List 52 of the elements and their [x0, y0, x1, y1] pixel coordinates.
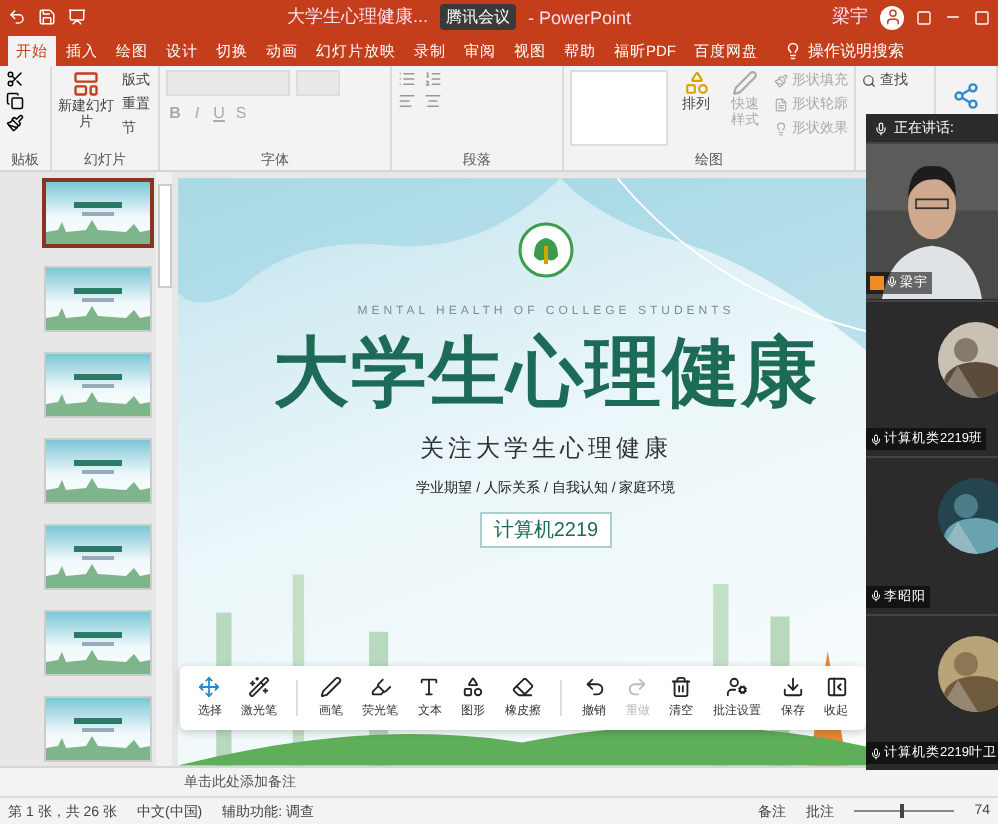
microphone-icon [886, 276, 898, 288]
slide-tagline: 关注大学生心理健康 [420, 432, 672, 466]
tool-icon [319, 676, 342, 698]
maximize-icon[interactable] [974, 9, 991, 25]
tool-icon [583, 676, 606, 698]
user-avatar-icon[interactable] [880, 5, 905, 29]
align-center-icon[interactable] [424, 92, 442, 110]
tool-icon [670, 676, 693, 698]
scrollbar-thumb[interactable] [157, 184, 171, 288]
shape-format-icon [774, 97, 788, 111]
tool-icon [781, 676, 804, 698]
tool-icon [198, 676, 221, 698]
align-left-icon[interactable] [398, 92, 416, 110]
slide-title: 大学生心理健康 [273, 330, 819, 420]
copy-icon[interactable] [6, 92, 24, 110]
cut-icon[interactable] [6, 70, 24, 88]
class-label: 计算机2219 [479, 512, 613, 548]
save-icon[interactable] [38, 8, 56, 26]
tool-icon [418, 676, 441, 698]
user-name: 梁宇 [832, 4, 869, 30]
presentation-icon[interactable] [68, 8, 86, 26]
shapes-icon [683, 70, 710, 96]
search-icon [862, 73, 876, 87]
slide-thumbnail[interactable] [44, 180, 152, 246]
emblem-icon [518, 222, 574, 278]
tool-icon [462, 676, 485, 698]
search-field[interactable]: 操作说明搜索 [784, 39, 904, 61]
tool-icon [626, 676, 649, 698]
undo-icon[interactable] [8, 8, 26, 26]
user-icon [883, 8, 902, 26]
microphone-icon [870, 590, 882, 602]
share-icon[interactable] [952, 82, 980, 110]
shape-format-icon [774, 121, 788, 135]
window-title: 大学生心理健康... [286, 4, 428, 30]
bullet-list-icon[interactable] [398, 70, 416, 88]
tool-icon [725, 676, 748, 698]
microphone-icon [870, 433, 882, 445]
tool-icon [511, 676, 534, 698]
layout-icon [72, 70, 100, 98]
meeting-badge: 腾讯会议 [440, 4, 516, 30]
pen-icon [732, 70, 759, 96]
tool-icon [369, 676, 392, 698]
tool-icon [825, 676, 848, 698]
microphone-icon [870, 747, 882, 759]
format-painter-icon[interactable] [6, 114, 24, 132]
lightbulb-icon [784, 41, 802, 59]
microphone-icon [874, 121, 888, 135]
shape-format-icon [774, 73, 788, 87]
numbered-list-icon[interactable] [424, 70, 442, 88]
tool-icon [248, 676, 271, 698]
ribbon-display-icon[interactable] [916, 9, 933, 25]
app-name: - PowerPoint [528, 7, 632, 27]
